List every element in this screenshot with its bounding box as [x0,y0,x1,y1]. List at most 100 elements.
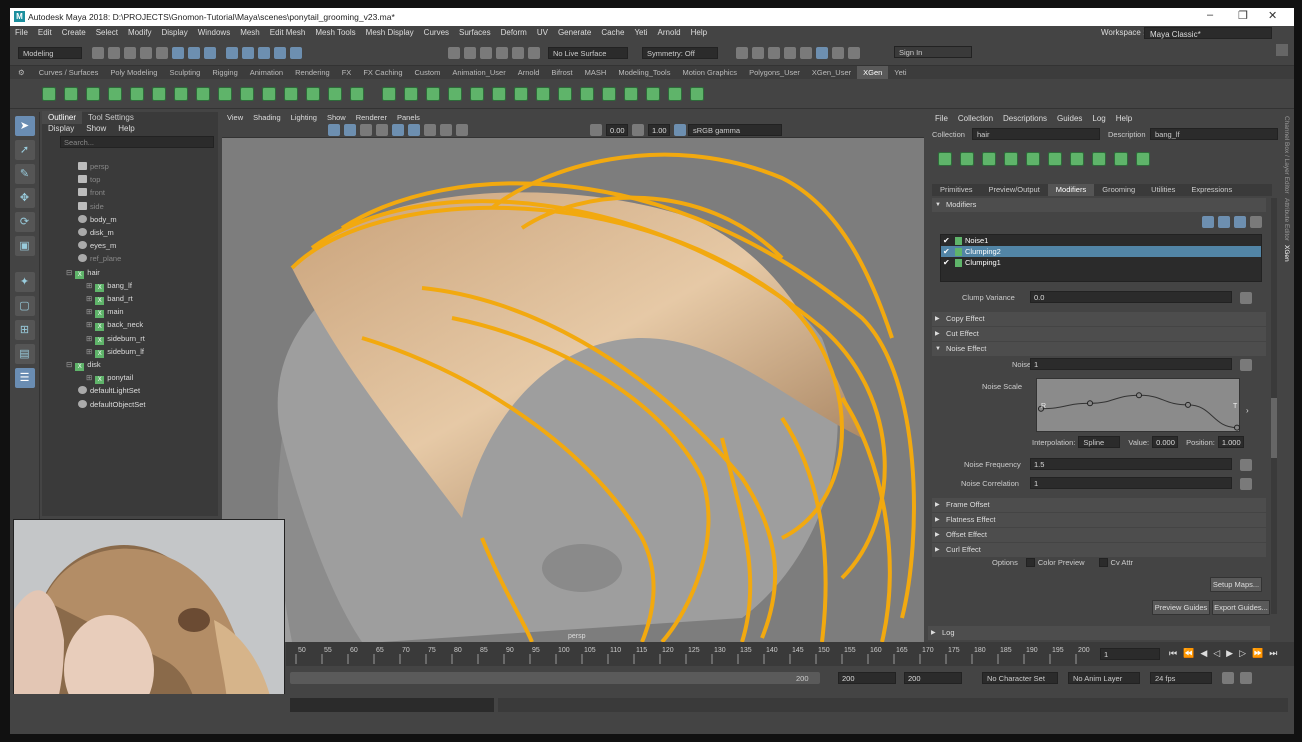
two-pane-icon[interactable]: ▤ [14,344,35,364]
outliner-item[interactable]: ⊞ Xbang_lf [86,281,132,292]
sign-in-button[interactable]: Sign In [894,46,972,58]
menu-deform[interactable]: Deform [496,26,532,40]
add-guide-icon[interactable] [982,152,996,166]
normalize-guide-icon[interactable] [284,86,298,101]
noise-expression-icon[interactable] [1240,359,1252,371]
move-tool-icon[interactable]: ✥ [14,188,35,208]
outliner-item[interactable]: side [78,201,104,211]
history-icon[interactable] [736,47,748,59]
outliner-item[interactable]: eyes_m [78,241,116,250]
render-frame-icon[interactable] [752,47,764,59]
xgen-menu-log[interactable]: Log [1087,112,1110,126]
offset-effect-section[interactable]: Offset Effect [932,528,1266,542]
arnold-render-icon[interactable] [832,47,844,59]
step-back-key-icon[interactable]: ⏪ [1180,648,1197,659]
viewport-menu-panels[interactable]: Panels [392,112,425,123]
snap-grid-icon[interactable] [226,47,238,59]
menu-curves[interactable]: Curves [419,26,454,40]
region-icon[interactable] [558,86,572,101]
tab-attribute-editor[interactable]: Attribute Editor [1283,198,1290,241]
xgen-editor-icon[interactable] [42,86,56,101]
grid-icon[interactable] [440,124,452,136]
magnet-view-icon[interactable] [496,47,508,59]
preview-guides-button[interactable]: Preview Guides [1152,600,1210,615]
pause-icon[interactable] [848,47,860,59]
shelf-tab-modeling-tools[interactable]: Modeling_Tools [612,66,676,79]
lock-length-icon[interactable] [1048,152,1062,166]
toggle-panel-icon[interactable] [1276,44,1288,56]
xgen-scrollbar[interactable] [1271,198,1277,614]
menu-display[interactable]: Display [157,26,193,40]
outliner-item[interactable]: ⊟ Xhair [66,268,100,279]
comb-guide-icon[interactable] [1136,152,1150,166]
xgen-scroll-thumb[interactable] [1271,398,1277,458]
create-description-icon[interactable] [938,152,952,166]
select-tool-icon[interactable]: ➤ [14,116,35,136]
flip-guide-icon[interactable] [1092,152,1106,166]
menu-mesh[interactable]: Mesh [235,26,265,40]
menu-windows[interactable]: Windows [193,26,235,40]
xgen-tab-expressions[interactable]: Expressions [1183,184,1240,196]
step-forward-key-icon[interactable]: ⏩ [1249,648,1266,659]
shelf-tab-animation[interactable]: Animation [244,66,289,79]
select-hierarchy-icon[interactable] [172,47,184,59]
four-pane-icon[interactable]: ⊞ [14,320,35,340]
shelf-tab-xgen[interactable]: XGen [857,66,889,79]
add-description-icon[interactable] [960,152,974,166]
mode-select[interactable]: Modeling [18,47,82,59]
shelf-tab-xgen-user[interactable]: XGen_User [806,66,857,79]
render-settings-icon[interactable] [784,47,796,59]
setup-maps-button[interactable]: Setup Maps... [1210,577,1262,592]
paint-select-icon[interactable]: ✎ [14,164,35,184]
coil-icon[interactable] [492,86,506,101]
copy-effect-section[interactable]: Copy Effect [932,312,1266,326]
noise-effect-section[interactable]: Noise Effect [932,342,1266,356]
single-pane-icon[interactable]: ▢ [14,296,35,316]
shelf-tab-animation-user[interactable]: Animation_User [446,66,511,79]
collapse-icon[interactable]: ⊟ [66,360,72,369]
menu-modify[interactable]: Modify [123,26,157,40]
save-scene-icon[interactable] [124,47,136,59]
character-set-select[interactable]: No Character Set [982,672,1058,684]
modifier-row[interactable]: ✔ Clumping1 [941,257,1261,268]
maximize-icon[interactable]: ❐ [1238,9,1248,22]
shelf-tab-sculpting[interactable]: Sculpting [163,66,206,79]
ramp-point[interactable] [1234,424,1240,431]
guide-to-curve-icon[interactable] [382,86,396,101]
comb-guide-icon[interactable] [240,86,254,101]
sculpt-guide-icon[interactable] [152,86,166,101]
menu-uv[interactable]: UV [532,26,553,40]
shelf-gear-icon[interactable]: ⚙ [10,66,33,79]
outliner-item[interactable]: persp [78,162,109,171]
menu-generate[interactable]: Generate [553,26,596,40]
position-field[interactable]: 1.000 [1217,436,1244,448]
noise-field[interactable]: 1 [1030,358,1232,370]
modifier-row[interactable]: ✔ Noise1 [941,235,1261,246]
anim-layer-select[interactable]: No Anim Layer [1068,672,1140,684]
xgen-tab-primitives[interactable]: Primitives [932,184,981,196]
new-scene-icon[interactable] [92,47,104,59]
menu-select[interactable]: Select [91,26,123,40]
color-preview-checkbox[interactable] [1025,558,1035,567]
outliner-item[interactable]: ⊟ Xdisk [66,360,101,371]
menu-mesh-display[interactable]: Mesh Display [361,26,419,40]
outliner-item[interactable]: defaultLightSet [78,386,140,395]
rebuild-guide-icon[interactable] [262,86,276,101]
mask-icon[interactable] [580,86,594,101]
redo-icon[interactable] [156,47,168,59]
gamma-field[interactable]: 1.00 [648,124,670,136]
playback-end-field[interactable]: 200 [904,672,962,684]
range-end-field[interactable]: 200 [838,672,896,684]
modifier-enabled-checkbox[interactable]: ✔ [943,236,952,245]
outliner-item[interactable]: ⊞ Xsideburn_rt [86,334,145,345]
outliner-item[interactable]: ⊞ Xsideburn_lf [86,347,144,358]
bend-guide-icon[interactable] [1114,152,1128,166]
flatness-effect-section[interactable]: Flatness Effect [932,513,1266,527]
outliner-item[interactable]: defaultObjectSet [78,399,145,409]
last-tool-icon[interactable]: ✦ [14,272,35,292]
ramp-point[interactable] [1185,401,1191,408]
outliner-item[interactable]: ref_plane [78,254,121,263]
shelf-tab-curves-surfaces[interactable]: Curves / Surfaces [33,66,105,79]
tab-channel-box[interactable]: Channel Box / Layer Editor [1283,116,1290,194]
lights-icon[interactable] [376,124,388,136]
